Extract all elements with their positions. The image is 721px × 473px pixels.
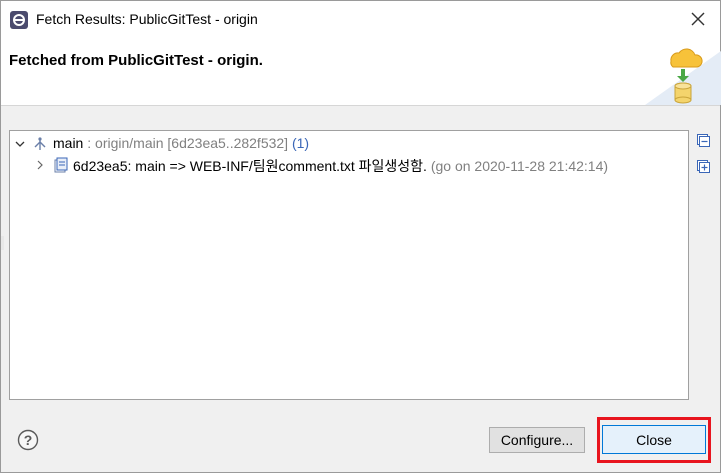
configure-button[interactable]: Configure... [489,427,585,453]
close-icon[interactable] [687,8,709,30]
branch-icon [34,137,46,150]
tree-row-ref[interactable]: main : origin/main [6d23ea5..282f532] (1… [10,134,686,154]
configure-button-label: Configure... [500,432,574,448]
svg-text:?: ? [24,432,33,448]
ref-range: [6d23ea5..282f532] [167,135,289,151]
chevron-down-icon[interactable] [14,138,26,150]
fetch-results-tree[interactable]: main : origin/main [6d23ea5..282f532] (1… [9,130,689,400]
close-button[interactable]: Close [602,425,706,454]
ref-label: main : origin/main [6d23ea5..282f532] (1… [53,135,309,151]
ref-separator: : [83,135,96,151]
commit-label: 6d23ea5: main => WEB-INF/팀원comment.txt 파… [73,156,608,176]
commit-meta: (go on 2020-11-28 21:42:14) [430,158,609,174]
window-title: Fetch Results: PublicGitTest - origin [36,11,258,27]
tree-toolbar [697,134,711,186]
ref-count: (1) [291,135,310,151]
expand-all-icon[interactable] [697,160,710,173]
chevron-right-icon[interactable] [34,159,46,171]
commit-icon [54,157,68,173]
cloud-fetch-database-icon [645,41,721,105]
help-icon[interactable]: ? [17,429,39,451]
commit-summary: 6d23ea5: main => WEB-INF/팀원comment.txt 파… [73,158,427,174]
dialog-header: Fetched from PublicGitTest - origin. [1,38,721,106]
ref-remote: origin/main [95,135,164,151]
close-button-label: Close [636,431,672,448]
resize-grip [1,236,4,250]
ref-name: main [53,135,84,151]
header-title: Fetched from PublicGitTest - origin. [9,52,263,69]
eclipse-icon [10,11,28,29]
fetch-results-dialog: Fetch Results: PublicGitTest - origin Fe… [0,0,721,473]
title-bar: Fetch Results: PublicGitTest - origin [1,1,720,38]
collapse-all-icon[interactable] [697,134,710,147]
tree-row-commit[interactable]: 6d23ea5: main => WEB-INF/팀원comment.txt 파… [10,155,686,175]
